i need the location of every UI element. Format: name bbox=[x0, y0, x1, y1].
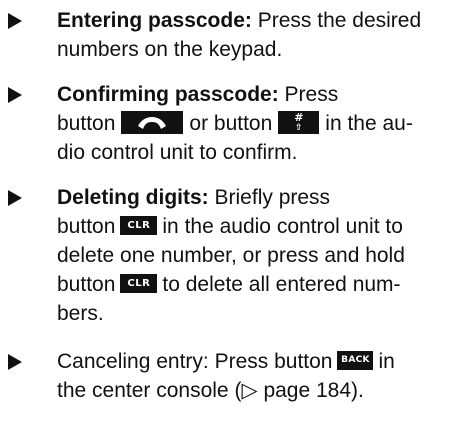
phone-key-icon bbox=[121, 110, 184, 134]
step-text: Confirming passcode: Press button or butt… bbox=[57, 80, 457, 167]
step-line: Deleting digits: Briefly press bbox=[57, 186, 331, 209]
clr-key-icon: CLR bbox=[120, 215, 158, 235]
step-line: button CLR in the audio control unit to bbox=[57, 215, 403, 238]
step-text: Entering passcode: Press the desired num… bbox=[57, 6, 457, 64]
step-line: dio control unit to confirm. bbox=[57, 141, 298, 164]
step-line: Canceling entry: Press button BACK in bbox=[57, 350, 395, 373]
step-title: Confirming passcode: bbox=[57, 83, 279, 106]
bullet-arrow-icon bbox=[8, 183, 28, 212]
page-reference-arrow-icon: ▷ bbox=[241, 379, 258, 402]
step-line: numbers on the keypad. bbox=[57, 38, 283, 61]
bullet-arrow-icon bbox=[8, 80, 28, 109]
clr-key-icon: CLR bbox=[120, 273, 158, 293]
bullet-arrow-icon bbox=[8, 6, 28, 35]
step-text: Canceling entry: Press button BACK in the … bbox=[57, 347, 457, 405]
step-line: bers. bbox=[57, 302, 104, 325]
step-title: Entering passcode: bbox=[57, 9, 252, 32]
page-reference-link[interactable]: page 184). bbox=[263, 379, 363, 402]
step-line: the center console (▷ page 184). bbox=[57, 379, 364, 402]
back-key-icon: BACK bbox=[337, 350, 374, 370]
step-line: button CLR to delete all entered num- bbox=[57, 273, 401, 296]
step-title: Deleting digits: bbox=[57, 186, 209, 209]
instruction-page: Entering passcode: Press the desired num… bbox=[0, 0, 463, 421]
step-line: delete one number, or press and hold bbox=[57, 244, 405, 267]
step-line: Confirming passcode: Press bbox=[57, 83, 339, 106]
step-line: Entering passcode: Press the desired bbox=[57, 9, 422, 32]
hash-key-icon: # ⇧ bbox=[278, 110, 320, 134]
bullet-arrow-icon bbox=[8, 347, 28, 376]
step-line: button or button # ⇧ in the au- bbox=[57, 110, 413, 135]
step-text: Deleting digits: Briefly press button CLR… bbox=[57, 183, 457, 328]
